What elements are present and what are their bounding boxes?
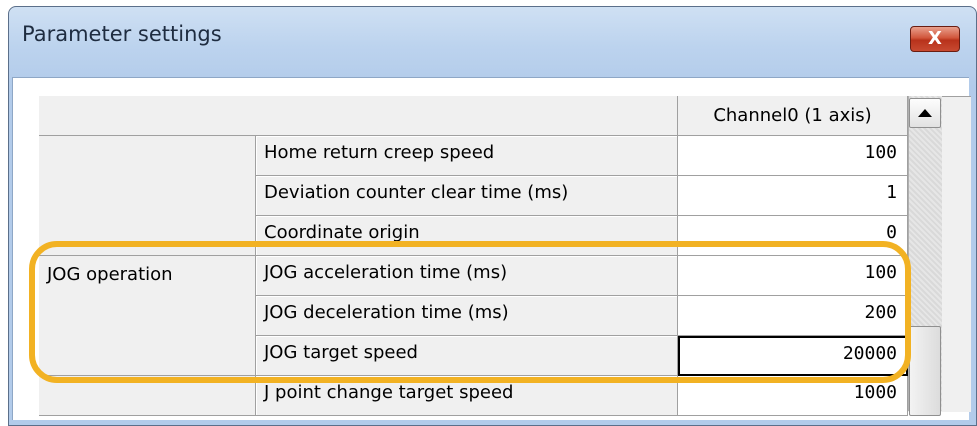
scroll-up-arrow-icon[interactable] xyxy=(909,98,941,128)
group-label-jog-operation: JOG operation xyxy=(47,264,173,285)
row-value-home-return-creep-speed[interactable]: 100 xyxy=(678,136,908,176)
column-header-channel0: Channel0 (1 axis) xyxy=(678,96,908,136)
row-label-deviation-counter-clear-time: Deviation counter clear time (ms) xyxy=(256,176,678,216)
group-cell-home-return xyxy=(39,136,256,256)
row-value-jog-target-speed[interactable]: 20000 xyxy=(678,336,908,376)
group-cell-jog-operation: JOG operation xyxy=(39,256,256,376)
window-title: Parameter settings xyxy=(22,22,222,46)
row-value-coordinate-origin[interactable]: 0 xyxy=(678,216,908,256)
row-value-j-point-change-target-speed[interactable]: 1000 xyxy=(678,376,908,416)
row-value-deviation-counter-clear-time[interactable]: 1 xyxy=(678,176,908,216)
row-label-jog-target-speed: JOG target speed xyxy=(256,336,678,376)
scrollbar-thumb[interactable] xyxy=(909,326,941,416)
group-cell-next xyxy=(39,376,256,416)
row-value-jog-deceleration-time[interactable]: 200 xyxy=(678,296,908,336)
row-label-j-point-change-target-speed: J point change target speed xyxy=(256,376,678,416)
grid-header-blank xyxy=(39,96,678,136)
row-label-home-return-creep-speed: Home return creep speed xyxy=(256,136,678,176)
row-label-jog-deceleration-time: JOG deceleration time (ms) xyxy=(256,296,678,336)
row-value-jog-acceleration-time[interactable]: 100 xyxy=(678,256,908,296)
row-label-coordinate-origin: Coordinate origin xyxy=(256,216,678,256)
row-label-jog-acceleration-time: JOG acceleration time (ms) xyxy=(256,256,678,296)
close-button[interactable]: X xyxy=(910,26,960,52)
